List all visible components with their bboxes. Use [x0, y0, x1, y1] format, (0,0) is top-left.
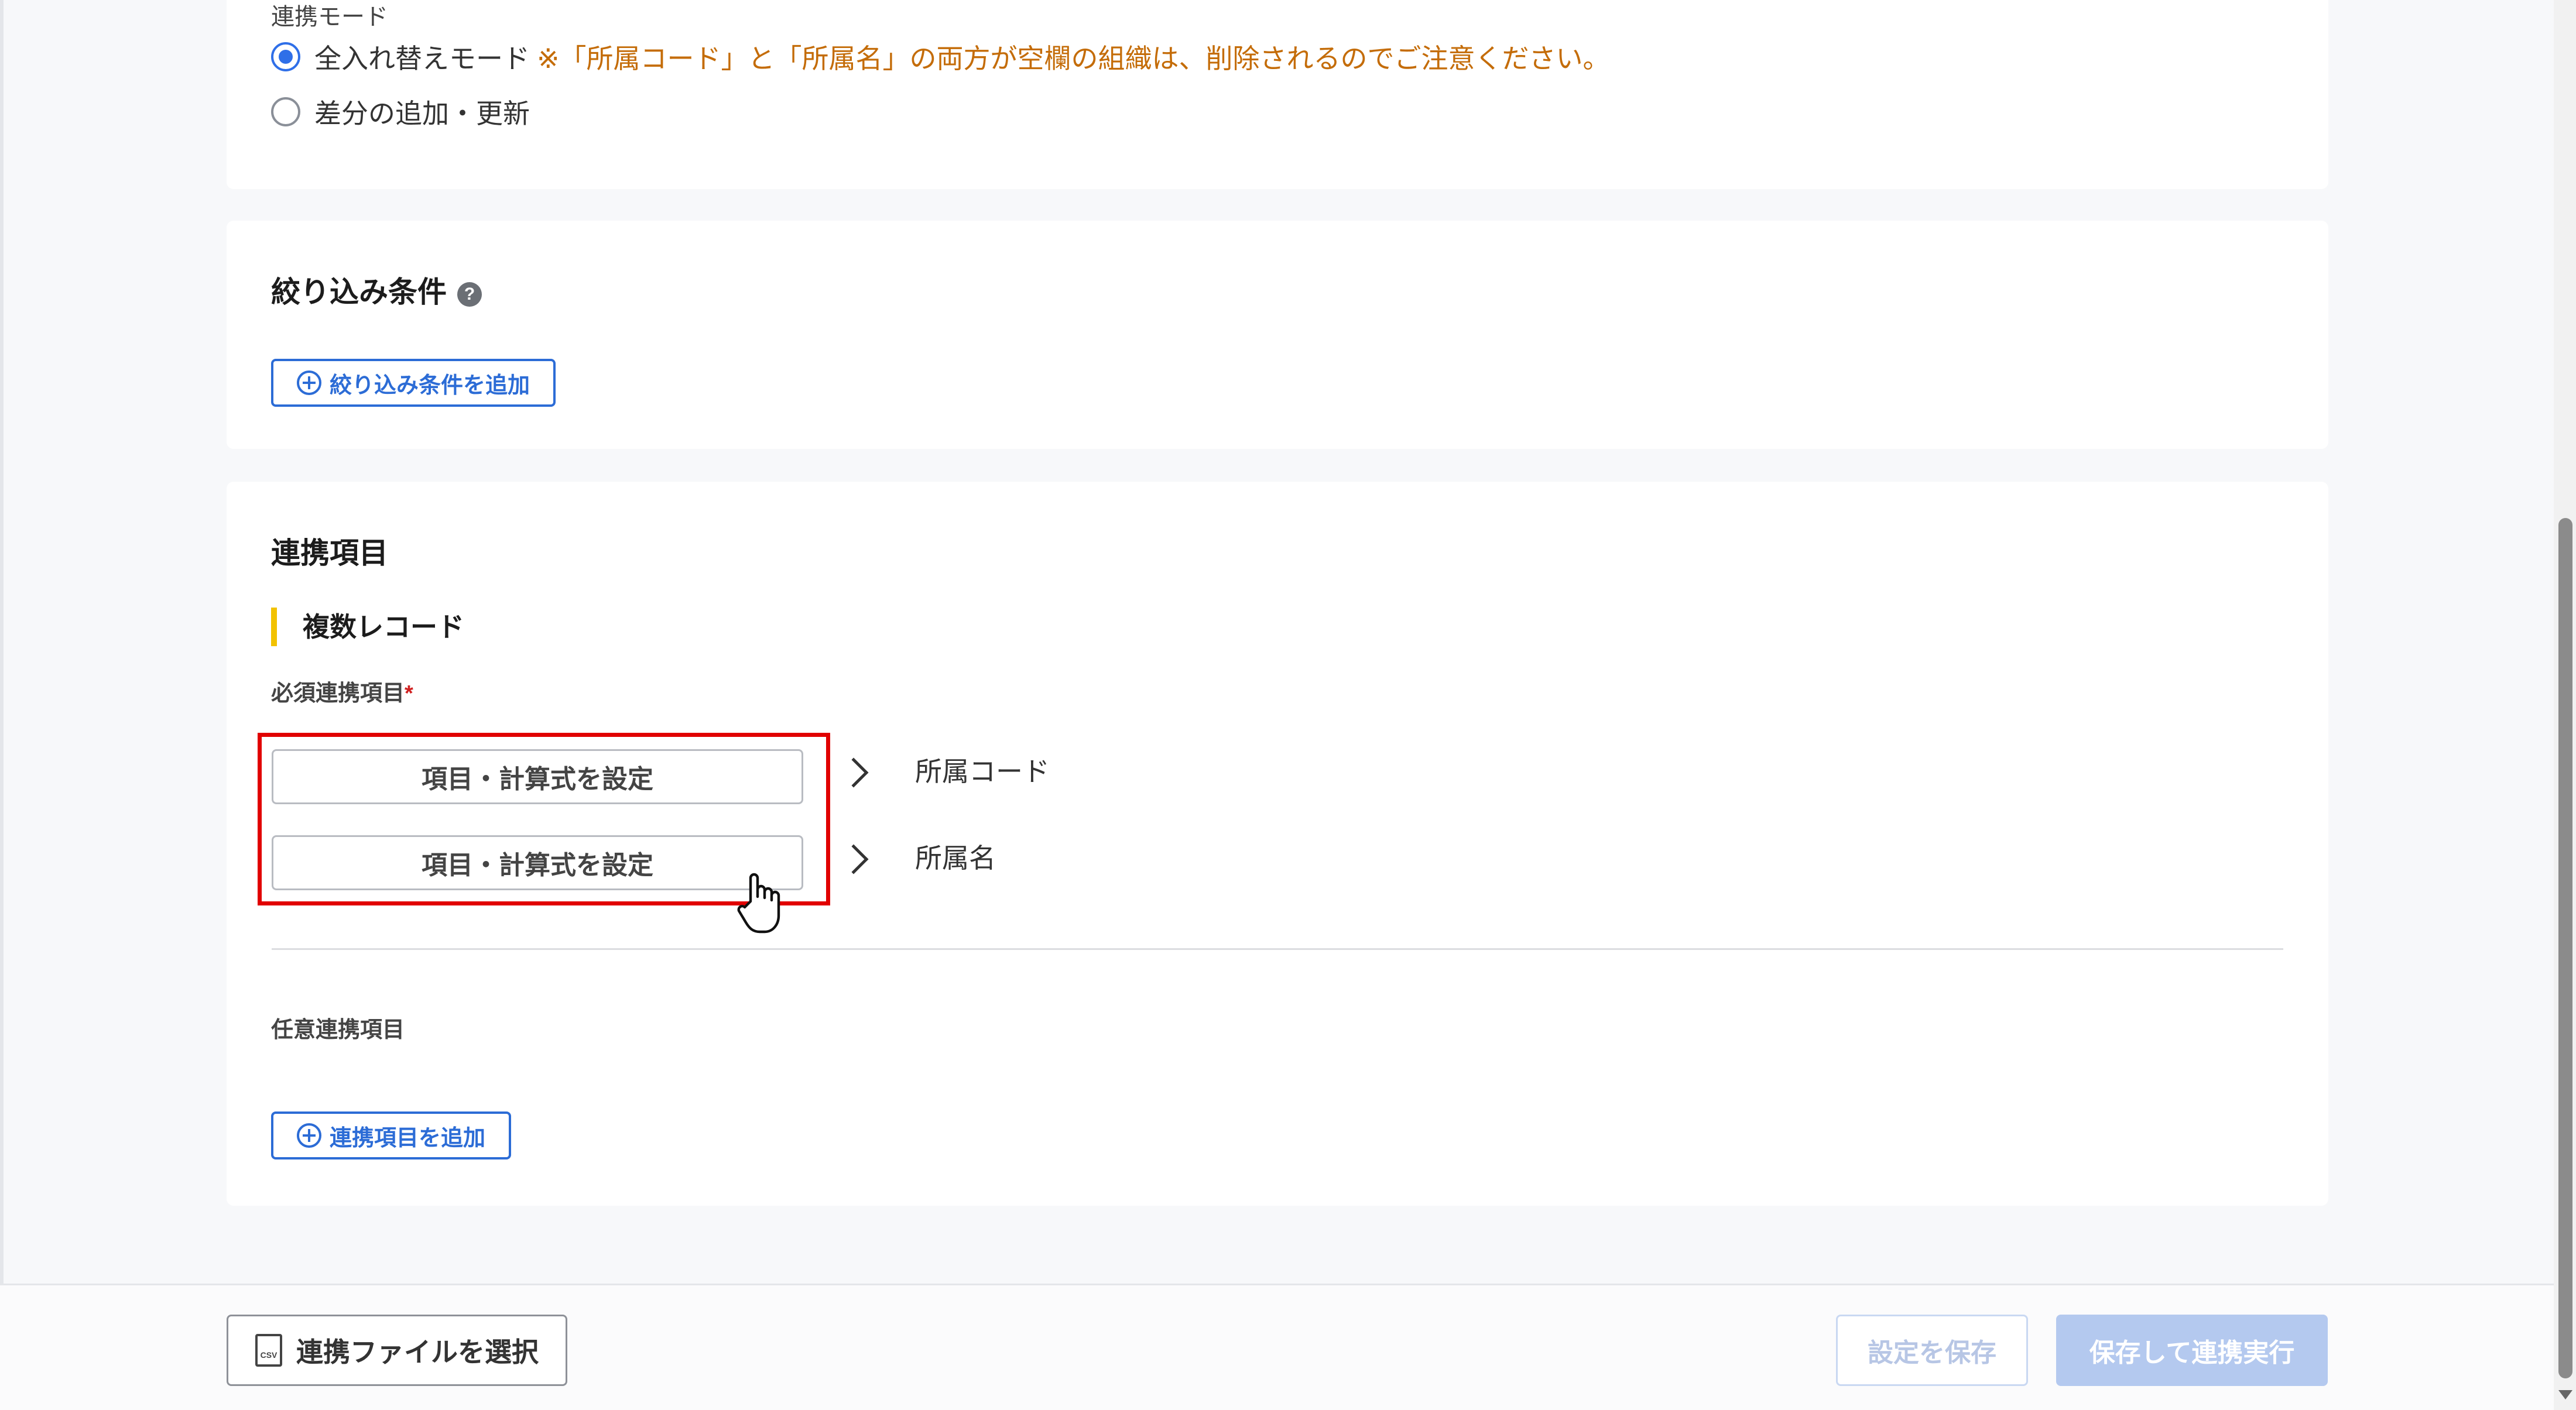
target-field-name: 所属名 — [915, 843, 996, 873]
items-title: 連携項目 — [271, 537, 388, 570]
select-file-button[interactable]: CSV 連携ファイルを選択 — [227, 1315, 567, 1386]
add-filter-button[interactable]: 絞り込み条件を追加 — [271, 359, 556, 407]
add-item-label: 連携項目を追加 — [329, 1126, 485, 1151]
add-filter-label: 絞り込み条件を追加 — [329, 373, 530, 398]
filter-card: 絞り込み条件? 絞り込み条件を追加 — [227, 221, 2328, 449]
add-item-button[interactable]: 連携項目を追加 — [271, 1111, 511, 1159]
scroll-down-arrow-icon[interactable] — [2558, 1390, 2572, 1399]
plus-circle-icon — [296, 370, 321, 395]
radio-full-replace[interactable]: 全入れ替えモード ※「所属コード」と「所属名」の両方が空欄の組織は、削除されるの… — [271, 37, 1610, 76]
filter-title: 絞り込み条件? — [271, 269, 482, 311]
required-mark: * — [405, 681, 413, 706]
scrollbar-thumb[interactable] — [2558, 518, 2572, 1378]
multi-record-heading: 複数レコード — [271, 608, 464, 646]
filter-title-text: 絞り込み条件 — [271, 276, 447, 308]
select-file-label: 連携ファイルを選択 — [296, 1337, 539, 1367]
mode-card: 連携モード 全入れ替えモード ※「所属コード」と「所属名」の両方が空欄の組織は、… — [227, 0, 2328, 189]
window-left-border — [0, 0, 4, 1410]
radio-diff-update-label: 差分の追加・更新 — [314, 98, 530, 129]
radio-diff-update[interactable]: 差分の追加・更新 — [271, 92, 530, 131]
required-items-label: 必須連携項目* — [271, 675, 413, 707]
hand-cursor-icon — [737, 873, 780, 934]
section-divider — [272, 948, 2283, 950]
required-items-text: 必須連携項目 — [271, 681, 405, 706]
save-settings-button[interactable]: 設定を保存 — [1836, 1315, 2028, 1386]
save-and-run-button[interactable]: 保存して連携実行 — [2056, 1315, 2328, 1386]
csv-file-icon: CSV — [255, 1334, 282, 1367]
optional-items-label: 任意連携項目 — [271, 1018, 405, 1042]
mode-title: 連携モード — [271, 4, 388, 30]
mode-warning-note: ※「所属コード」と「所属名」の両方が空欄の組織は、削除されるのでご注意ください。 — [537, 43, 1610, 74]
help-icon[interactable]: ? — [457, 282, 482, 307]
plus-circle-icon — [296, 1123, 321, 1148]
radio-diff-update-indicator[interactable] — [271, 97, 300, 126]
radio-full-replace-indicator[interactable] — [271, 42, 300, 71]
radio-full-replace-label: 全入れ替えモード — [314, 43, 530, 74]
target-field-code: 所属コード — [915, 756, 1050, 787]
set-formula-button-code[interactable]: 項目・計算式を設定 — [272, 749, 803, 804]
set-formula-button-name[interactable]: 項目・計算式を設定 — [272, 835, 803, 890]
